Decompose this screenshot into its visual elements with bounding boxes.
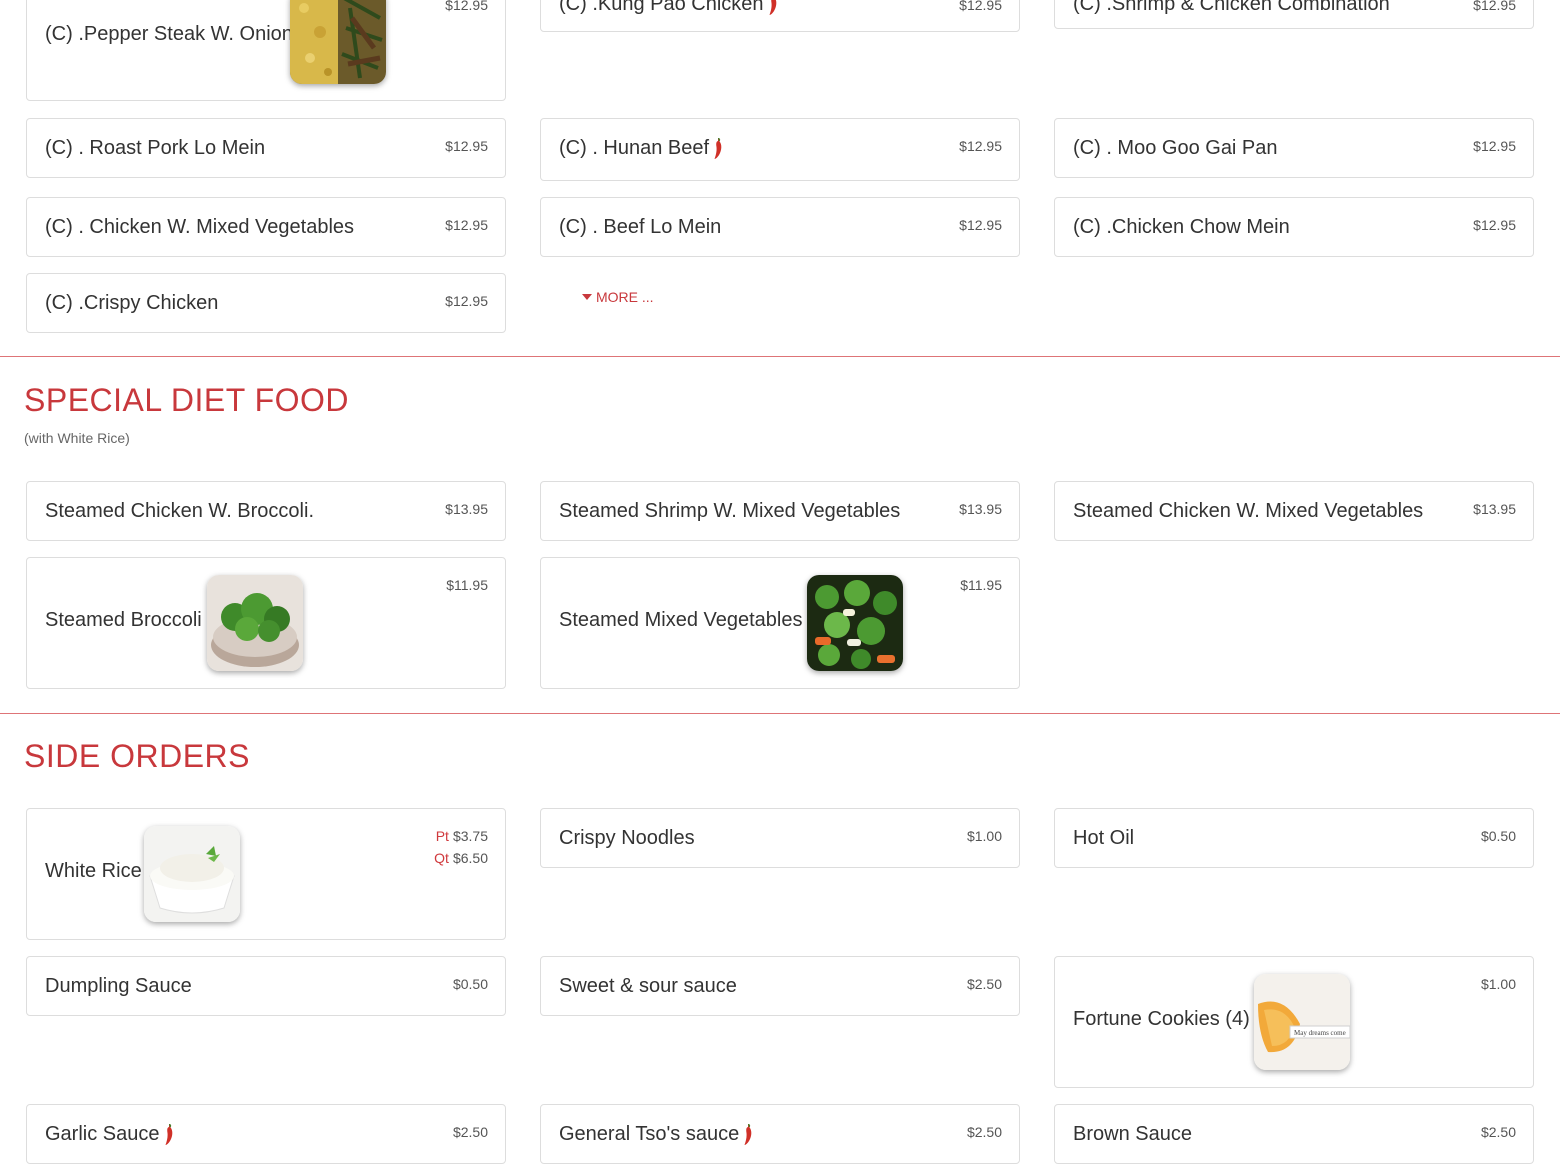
menu-item-name: White Rice (45, 860, 142, 882)
menu-item-name: Hot Oil (1073, 827, 1135, 849)
more-label: MORE ... (596, 289, 654, 305)
menu-item-price: $12.95 (959, 217, 1002, 233)
menu-item-card[interactable]: (C) . Beef Lo Mein $12.95 (540, 197, 1020, 257)
menu-item-price: $12.95 (959, 0, 1002, 13)
menu-item-name: Steamed Mixed Vegetables (559, 609, 803, 631)
menu-item-card[interactable]: (C) .Shrimp & Chicken Combination $12.95 (1054, 0, 1534, 29)
menu-item-card[interactable]: Steamed Shrimp W. Mixed Vegetables $13.9… (540, 481, 1020, 541)
menu-item-card[interactable]: (C) . Chicken W. Mixed Vegetables $12.95 (26, 197, 506, 257)
menu-item-card[interactable]: White Rice Pt $3.75 Qt $6.50 (26, 808, 506, 940)
menu-item-card[interactable]: Steamed Broccoli $11.95 (26, 557, 506, 689)
menu-item-name: Crispy Noodles (559, 827, 695, 849)
menu-item-card[interactable]: Sweet & sour sauce $2.50 (540, 956, 1020, 1016)
menu-item-name: Dumpling Sauce (45, 975, 192, 997)
menu-item-price: $11.95 (960, 577, 1002, 593)
menu-item-name: (C) .Chicken Chow Mein (1073, 216, 1290, 238)
menu-item-card[interactable]: (C) .Pepper Steak W. Onion $12.95 (26, 0, 506, 101)
menu-item-card[interactable]: Steamed Chicken W. Mixed Vegetables $13.… (1054, 481, 1534, 541)
menu-item-card[interactable]: General Tso's sauce $2.50 (540, 1104, 1020, 1164)
menu-item-card[interactable]: Fortune Cookies (4) May dreams come $1.0… (1054, 956, 1534, 1088)
menu-item-price: $13.95 (959, 501, 1002, 517)
menu-item-card[interactable]: (C) .Chicken Chow Mein $12.95 (1054, 197, 1534, 257)
menu-item-name: (C) . Chicken W. Mixed Vegetables (45, 216, 355, 238)
menu-item-name: (C) . Moo Goo Gai Pan (1073, 137, 1278, 159)
section-title-special-diet: SPECIAL DIET FOOD (24, 382, 350, 418)
menu-item-name: Steamed Shrimp W. Mixed Vegetables (559, 500, 901, 522)
menu-item-name: (C) .Kung Pao Chicken (559, 0, 778, 16)
chili-pepper-icon (164, 1124, 174, 1146)
menu-item-price: $2.50 (966, 976, 1002, 992)
menu-item-card[interactable]: Steamed Chicken W. Broccoli. $13.95 (26, 481, 506, 541)
menu-item-name: Sweet & sour sauce (559, 975, 737, 997)
menu-item-price: $12.95 (445, 138, 488, 154)
menu-item-price: $13.95 (1473, 501, 1516, 517)
chili-pepper-icon (743, 1124, 753, 1146)
more-items-link[interactable]: MORE ... (582, 289, 654, 305)
fortune-cookie-photo: May dreams come (1254, 974, 1350, 1070)
menu-item-price: $1.00 (1480, 976, 1516, 992)
menu-item-price: $1.00 (966, 828, 1002, 844)
menu-item-name: (C) .Pepper Steak W. Onion (45, 23, 293, 45)
menu-item-name: Steamed Broccoli (45, 609, 202, 631)
white-rice-photo (144, 826, 240, 922)
menu-item-name: (C) . Beef Lo Mein (559, 216, 722, 238)
menu-item-price: $12.95 (959, 138, 1002, 154)
menu-item-name: Garlic Sauce (45, 1123, 174, 1146)
menu-item-card[interactable]: (C) . Hunan Beef $12.95 (540, 118, 1020, 181)
menu-item-price-quart: Qt $6.50 (434, 850, 488, 866)
menu-item-card[interactable]: (C) .Kung Pao Chicken $12.95 (540, 0, 1020, 32)
menu-item-card[interactable]: Steamed Mixed Vegetables $11.95 (540, 557, 1020, 689)
chili-pepper-icon (768, 0, 778, 16)
menu-item-price: $12.95 (445, 293, 488, 309)
menu-item-price: $11.95 (446, 577, 488, 593)
menu-item-price: $12.95 (1473, 217, 1516, 233)
menu-item-name: Steamed Chicken W. Mixed Vegetables (1073, 500, 1424, 522)
menu-item-card[interactable]: Crispy Noodles $1.00 (540, 808, 1020, 868)
menu-item-card[interactable]: (C) . Roast Pork Lo Mein $12.95 (26, 118, 506, 178)
menu-item-price: $2.50 (1480, 1124, 1516, 1140)
menu-item-name: Fortune Cookies (4) (1073, 1008, 1250, 1030)
menu-item-name: General Tso's sauce (559, 1123, 753, 1146)
menu-item-name: Brown Sauce (1073, 1123, 1192, 1145)
menu-item-price: $12.95 (445, 0, 488, 13)
menu-item-card[interactable]: Brown Sauce $2.50 (1054, 1104, 1534, 1164)
menu-item-price: $0.50 (452, 976, 488, 992)
chili-pepper-icon (713, 138, 723, 160)
menu-item-name: (C) . Hunan Beef (559, 137, 723, 160)
menu-item-price-pint: Pt $3.75 (435, 828, 488, 844)
steamed-broccoli-photo (207, 575, 303, 671)
menu-item-name: Steamed Chicken W. Broccoli. (45, 500, 314, 522)
menu-item-card[interactable]: Hot Oil $0.50 (1054, 808, 1534, 868)
menu-item-card[interactable]: Dumpling Sauce $0.50 (26, 956, 506, 1016)
menu-item-price: $12.95 (1473, 138, 1516, 154)
menu-item-name: (C) . Roast Pork Lo Mein (45, 137, 266, 159)
pepper-steak-photo (290, 0, 386, 84)
menu-item-price: $12.95 (1473, 0, 1516, 13)
menu-item-price: $0.50 (1480, 828, 1516, 844)
menu-item-name: (C) .Crispy Chicken (45, 292, 219, 314)
menu-item-price: $2.50 (452, 1124, 488, 1140)
menu-item-card[interactable]: (C) .Crispy Chicken $12.95 (26, 273, 506, 333)
section-divider (0, 356, 1560, 357)
section-subtitle: (with White Rice) (24, 430, 130, 446)
caret-down-icon (582, 294, 592, 300)
menu-item-price: $2.50 (966, 1124, 1002, 1140)
section-divider (0, 713, 1560, 714)
section-title-side-orders: SIDE ORDERS (24, 738, 250, 774)
menu-item-name: (C) .Shrimp & Chicken Combination (1073, 0, 1390, 15)
mixed-vegetables-photo (807, 575, 903, 671)
fortune-paper-text: May dreams come (1294, 1029, 1346, 1037)
menu-item-card[interactable]: (C) . Moo Goo Gai Pan $12.95 (1054, 118, 1534, 178)
menu-item-price: $13.95 (445, 501, 488, 517)
menu-item-price: $12.95 (445, 217, 488, 233)
menu-item-card[interactable]: Garlic Sauce $2.50 (26, 1104, 506, 1164)
